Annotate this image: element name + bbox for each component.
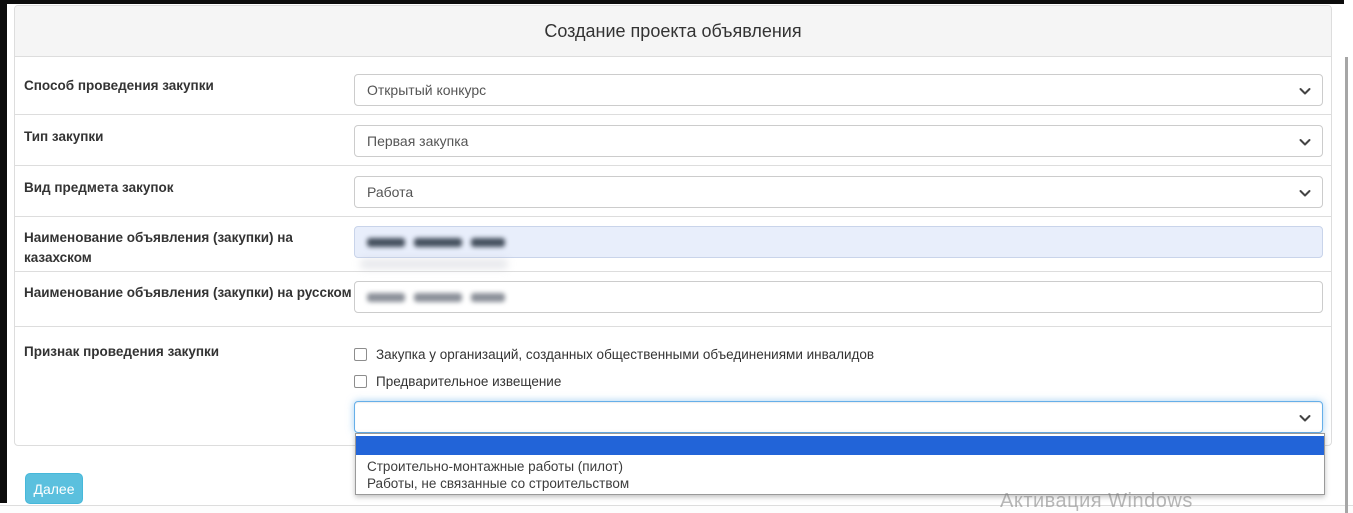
dropdown-option-empty[interactable]	[356, 436, 1324, 455]
name-russian-input[interactable]	[354, 281, 1323, 313]
checkbox-preliminary-notice[interactable]: Предварительное извещение	[354, 374, 1323, 388]
form-row-procurement-sign: Признак проведения закупки Закупка у орг…	[15, 327, 1331, 446]
redacted-text-blur	[367, 293, 405, 302]
procurement-type-label: Тип закупки	[24, 125, 354, 147]
screenshot-top-edge	[0, 0, 1344, 4]
name-russian-label: Наименование объявления (закупки) на рус…	[24, 281, 354, 303]
screenshot-left-edge	[0, 0, 7, 503]
subject-kind-select[interactable]: Работа	[354, 176, 1323, 208]
redaction-smudge	[360, 259, 508, 269]
announcement-form-panel: Создание проекта объявления Способ прове…	[14, 5, 1332, 446]
form-row-procurement-method: Способ проведения закупки Открытый конку…	[15, 57, 1331, 115]
panel-header: Создание проекта объявления	[15, 6, 1331, 57]
chevron-down-icon	[1298, 186, 1312, 200]
form-row-procurement-type: Тип закупки Первая закупка	[15, 115, 1331, 166]
vertical-scrollbar[interactable]	[1345, 57, 1348, 513]
chevron-down-icon	[1298, 135, 1312, 149]
select-value: Открытый конкурс	[367, 82, 486, 98]
chevron-down-icon	[1298, 411, 1312, 425]
redacted-text-blur	[471, 238, 505, 247]
redacted-text-blur	[414, 293, 462, 302]
procurement-method-select[interactable]: Открытый конкурс	[354, 74, 1323, 106]
page-title: Создание проекта объявления	[544, 21, 801, 42]
form-row-subject-kind: Вид предмета закупок Работа	[15, 166, 1331, 217]
procurement-type-select[interactable]: Первая закупка	[354, 125, 1323, 157]
form-row-name-russian: Наименование объявления (закупки) на рус…	[15, 272, 1331, 327]
redacted-text-blur	[414, 238, 462, 247]
procurement-method-label: Способ проведения закупки	[24, 74, 354, 96]
windows-activation-watermark: Активация Windows	[1000, 490, 1260, 513]
chevron-down-icon	[1298, 84, 1312, 98]
select-value: Работа	[367, 184, 413, 200]
select-value: Первая закупка	[367, 133, 468, 149]
dropdown-option[interactable]: Строительно-монтажные работы (пилот)	[356, 458, 1324, 475]
form-row-name-kazakh: Наименование объявления (закупки) на каз…	[15, 217, 1331, 272]
subject-kind-label: Вид предмета закупок	[24, 176, 354, 198]
work-type-select[interactable]	[354, 401, 1323, 433]
next-button[interactable]: Далее	[25, 473, 83, 504]
checkbox-icon[interactable]	[354, 348, 367, 361]
name-kazakh-input[interactable]	[354, 226, 1323, 258]
checkbox-label: Предварительное извещение	[376, 374, 561, 389]
checkbox-label: Закупка у организаций, созданных обществ…	[376, 347, 874, 362]
work-type-dropdown-list: Строительно-монтажные работы (пилот) Раб…	[355, 433, 1325, 495]
checkbox-icon[interactable]	[354, 375, 367, 388]
checkbox-disabled-orgs[interactable]: Закупка у организаций, созданных обществ…	[354, 347, 1323, 361]
procurement-sign-label: Признак проведения закупки	[24, 340, 354, 362]
name-kazakh-label: Наименование объявления (закупки) на каз…	[24, 226, 354, 269]
redacted-text-blur	[367, 238, 405, 247]
redacted-text-blur	[471, 293, 505, 302]
